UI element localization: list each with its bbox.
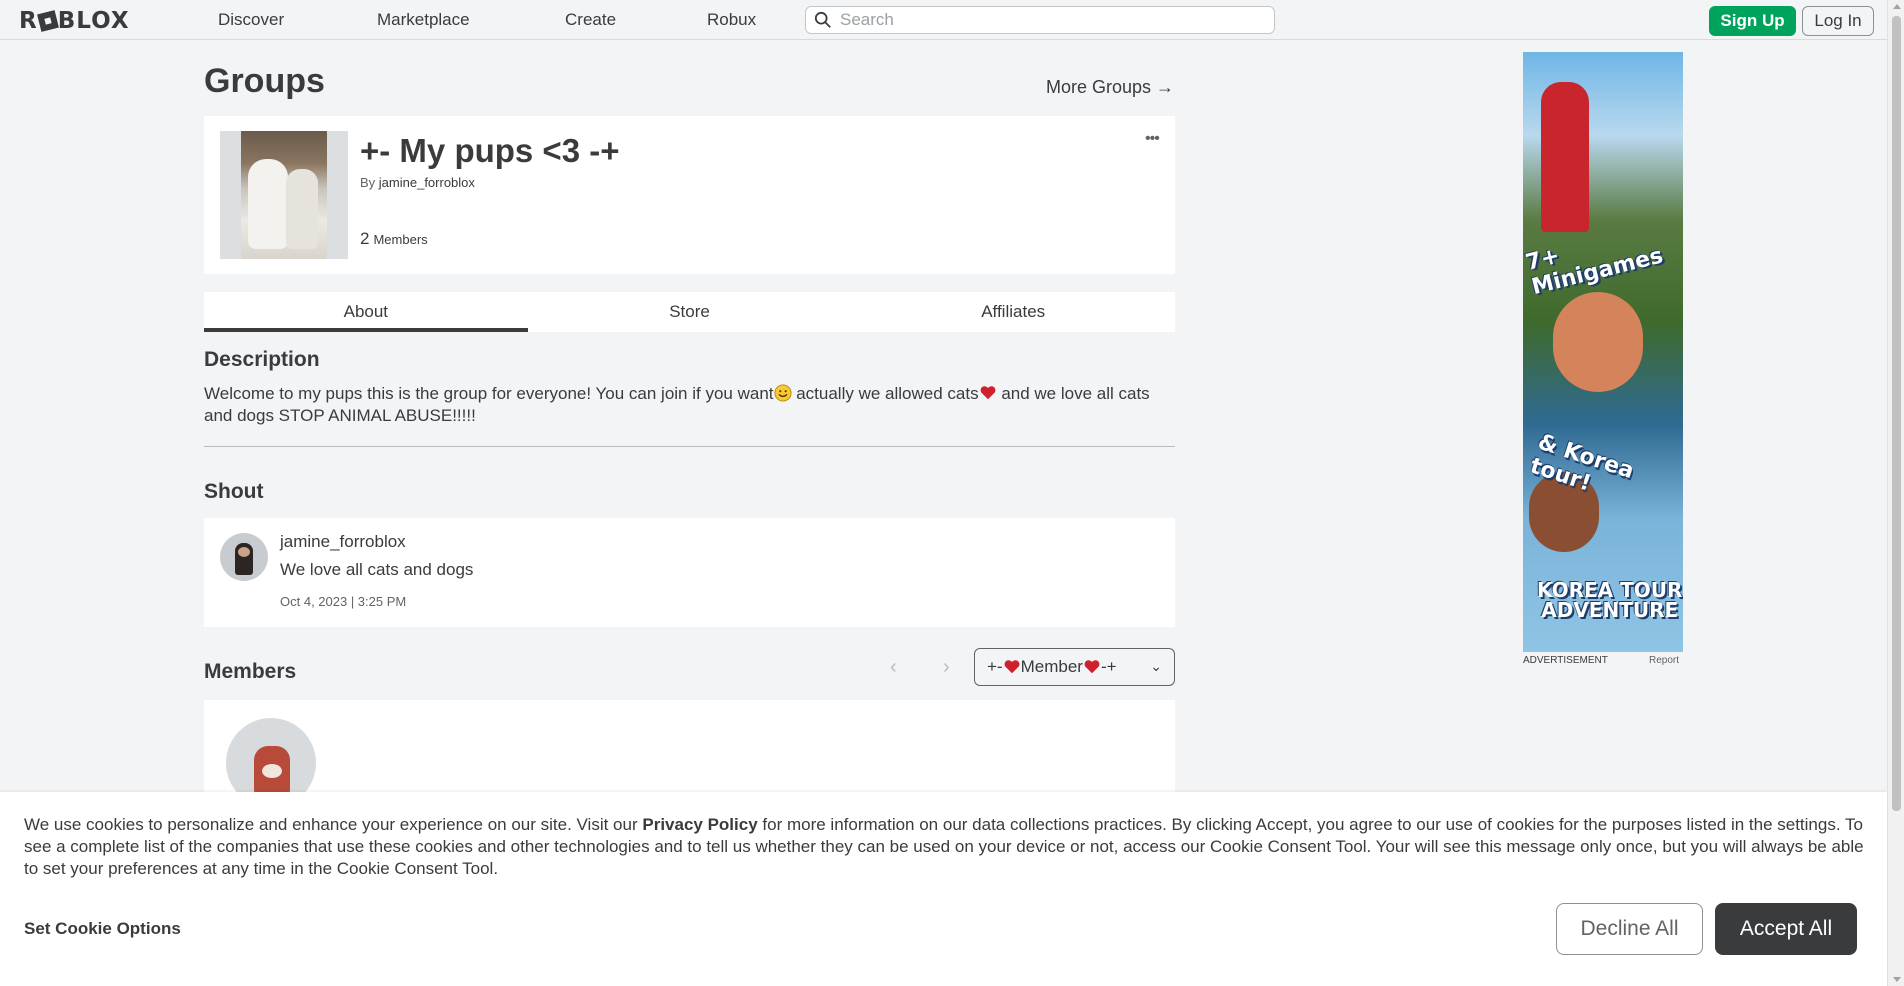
heart-emoji-icon <box>1004 660 1020 674</box>
set-cookie-options-link[interactable]: Set Cookie Options <box>24 919 181 939</box>
members-heading: Members <box>204 660 297 683</box>
privacy-policy-link[interactable]: Privacy Policy <box>642 815 757 834</box>
description-part1: Welcome to my pups this is the group for… <box>204 384 774 403</box>
top-navigation-bar: R BLOX Discover Marketplace Create Robux … <box>0 0 1887 40</box>
scroll-up-icon[interactable] <box>1893 4 1901 9</box>
decline-all-button[interactable]: Decline All <box>1556 903 1703 955</box>
scroll-down-icon[interactable] <box>1893 977 1901 982</box>
page-scrollbar[interactable] <box>1887 0 1904 986</box>
log-in-button[interactable]: Log In <box>1802 6 1874 36</box>
ad-headline-3: KOREA TOUR ADVENTURE <box>1537 580 1682 620</box>
group-emblem <box>220 131 348 259</box>
rank-name: Member <box>1020 657 1083 676</box>
group-name: +- My pups <3 -+ <box>360 132 620 169</box>
cookie-banner: We use cookies to personalize and enhanc… <box>0 792 1887 986</box>
member-count-value: 2 <box>360 229 370 248</box>
smile-emoji-icon <box>773 384 792 402</box>
advertisement-banner[interactable]: 7+ Minigames & Korea tour! KOREA TOUR ADV… <box>1523 52 1683 652</box>
roblox-logo[interactable]: R BLOX <box>19 8 130 34</box>
ad-report-link[interactable]: Report <box>1649 655 1679 666</box>
group-tabs: About Store Affiliates <box>204 292 1175 332</box>
nav-marketplace[interactable]: Marketplace <box>377 10 470 30</box>
cookie-text-before: We use cookies to personalize and enhanc… <box>24 815 643 834</box>
more-dots-icon[interactable]: ••• <box>1145 130 1160 148</box>
cookie-text: We use cookies to personalize and enhanc… <box>24 814 1864 880</box>
group-header-card: +- My pups <3 -+ By jamine_forroblox 2 Me… <box>204 116 1175 274</box>
search-icon <box>814 11 831 28</box>
shout-text: We love all cats and dogs <box>280 560 474 579</box>
owner-prefix: By <box>360 175 376 190</box>
heart-emoji-icon <box>1084 660 1100 674</box>
group-owner-link[interactable]: jamine_forroblox <box>379 175 475 190</box>
tab-store[interactable]: Store <box>528 292 852 332</box>
rank-prefix: +- <box>987 657 1003 676</box>
heart-emoji-icon <box>980 386 996 400</box>
description-text: Welcome to my pups this is the group for… <box>204 383 1172 427</box>
sign-up-button[interactable]: Sign Up <box>1709 6 1796 36</box>
chevron-right-icon[interactable]: › <box>943 656 950 679</box>
accept-all-button[interactable]: Accept All <box>1715 903 1857 955</box>
group-owner-line: By jamine_forroblox <box>360 175 475 190</box>
avatar[interactable] <box>220 533 268 581</box>
description-part2: actually we allowed cats <box>791 384 979 403</box>
shout-username[interactable]: jamine_forroblox <box>280 532 406 552</box>
member-count-label: Members <box>373 232 428 247</box>
search-input[interactable] <box>840 10 1260 30</box>
rank-suffix: -+ <box>1100 657 1117 676</box>
shout-date: Oct 4, 2023 | 3:25 PM <box>280 594 407 609</box>
page-title: Groups <box>204 62 325 100</box>
shout-card: jamine_forroblox We love all cats and do… <box>204 518 1175 627</box>
scrollbar-thumb[interactable] <box>1892 16 1901 811</box>
nav-robux[interactable]: Robux <box>707 10 756 30</box>
tab-about[interactable]: About <box>204 292 528 332</box>
nav-create[interactable]: Create <box>565 10 616 30</box>
shout-heading: Shout <box>204 480 264 503</box>
ad-headline-3-line2: ADVENTURE <box>1541 598 1679 622</box>
more-groups-link[interactable]: More Groups → <box>1046 77 1174 98</box>
ad-label: ADVERTISEMENT <box>1523 655 1608 666</box>
description-heading: Description <box>204 348 320 371</box>
section-divider <box>204 446 1175 447</box>
member-count: 2 Members <box>360 229 428 249</box>
rank-select[interactable]: +- Member -+ ⌄ <box>974 648 1175 686</box>
search-box <box>805 6 1275 34</box>
chevron-left-icon[interactable]: ‹ <box>890 656 897 679</box>
tab-affiliates[interactable]: Affiliates <box>851 292 1175 332</box>
chevron-down-icon: ⌄ <box>1150 658 1162 674</box>
nav-discover[interactable]: Discover <box>218 10 284 30</box>
